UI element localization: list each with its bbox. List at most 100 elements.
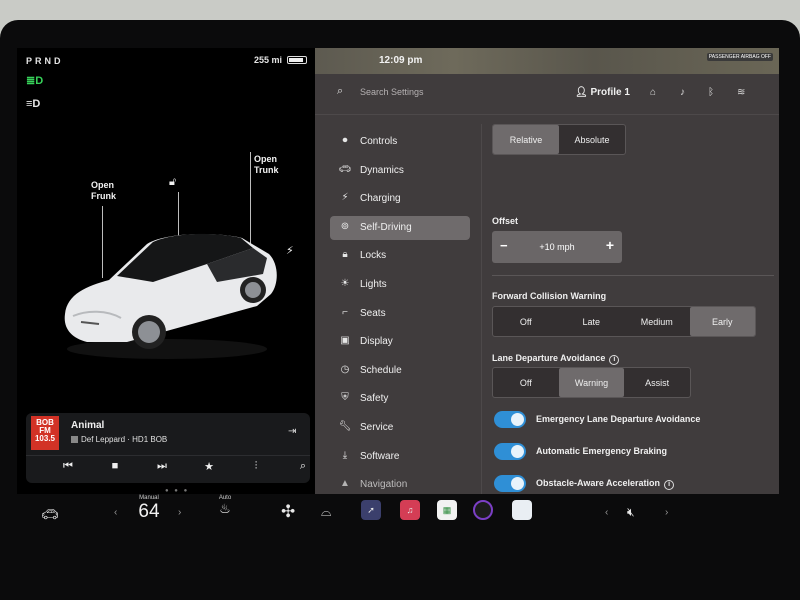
nav-item-navigation[interactable]: ▲ Navigation xyxy=(330,473,470,494)
display-icon: ▣ xyxy=(340,335,350,347)
app-grid-icon[interactable]: ▦ xyxy=(437,500,457,520)
wifi-icon[interactable]: ≋ xyxy=(737,87,745,98)
profile-button[interactable]: 👤︎ Profile 1 xyxy=(575,87,630,98)
bell-icon[interactable]: ♪ xyxy=(680,87,685,98)
nav-item-self-driving[interactable]: ⊚ Self-Driving xyxy=(330,215,470,240)
battery-icon xyxy=(287,56,307,64)
range-readout: 255 mi xyxy=(254,55,283,65)
touchscreen: PRND 255 mi ≣D ≡D Open Frunk 🔓︎ Open Tru… xyxy=(17,48,779,494)
stop-icon[interactable]: ■ xyxy=(105,460,125,472)
nav-item-label: Lights xyxy=(360,278,387,290)
open-trunk-button[interactable]: Open Trunk xyxy=(254,154,279,176)
app-launcher-icon[interactable]: ➚ xyxy=(361,500,381,520)
car-icon[interactable]: 🚗︎ xyxy=(41,506,59,523)
nav-item-label: Locks xyxy=(360,250,387,262)
lda-option-warning[interactable]: Warning xyxy=(558,368,625,397)
lda-option-assist[interactable]: Assist xyxy=(624,368,690,397)
offset-mode-selector: Relative Absolute xyxy=(492,124,626,155)
search-input[interactable]: Search Settings xyxy=(360,87,424,97)
previous-track-icon[interactable]: ⏮︎ xyxy=(58,460,78,473)
radio-source-icon xyxy=(71,436,78,443)
lda-label: Lane Departure Avoidance xyxy=(492,353,606,363)
nav-item-service[interactable]: 🔧︎ Service xyxy=(330,416,470,440)
search-icon[interactable]: ⌕ xyxy=(337,85,343,98)
bulb-icon: ☀︎ xyxy=(340,277,350,289)
fcw-option-early[interactable]: Early xyxy=(689,307,755,336)
nav-item-label: Software xyxy=(360,450,400,462)
map-strip[interactable]: 12:09 pm PASSENGER AIRBAG OFF xyxy=(315,48,779,74)
nav-item-display[interactable]: ▣ Display xyxy=(330,330,470,354)
camera-app-icon[interactable] xyxy=(473,500,493,520)
fcw-option-off[interactable]: Off xyxy=(493,307,559,336)
calendar-app-icon[interactable] xyxy=(512,500,532,520)
fan-icon[interactable]: ✣ xyxy=(281,502,295,522)
nav-item-charging[interactable]: ⚡︎ Charging xyxy=(330,187,470,211)
volume-up-chevron-icon[interactable]: › xyxy=(665,507,668,518)
toggle-switch[interactable] xyxy=(494,411,526,428)
info-icon[interactable]: i xyxy=(664,480,675,490)
nav-item-dynamics[interactable]: 🚗︎ Dynamics xyxy=(330,159,470,183)
artist-info: Def Leppard · HD1 BOB xyxy=(71,435,167,444)
info-icon[interactable]: i xyxy=(609,355,620,365)
next-track-icon[interactable]: ⏭︎ xyxy=(152,460,172,473)
open-frunk-button[interactable]: Open Frunk xyxy=(91,180,116,202)
increase-offset-button[interactable]: + xyxy=(606,237,614,253)
nav-item-lights[interactable]: ☀︎ Lights xyxy=(330,273,470,297)
nav-item-label: Safety xyxy=(360,393,389,405)
volume-down-chevron-icon[interactable]: ‹ xyxy=(605,507,608,518)
offset-option-absolute[interactable]: Absolute xyxy=(559,125,625,154)
media-search-icon[interactable]: ⌕ xyxy=(293,460,313,473)
steering-wheel-icon: ⊚ xyxy=(340,220,350,232)
fcw-option-late[interactable]: Late xyxy=(559,307,625,336)
nav-item-seats[interactable]: ⌐ Seats xyxy=(330,302,470,326)
toggle-label-text: Automatic Emergency Braking xyxy=(536,446,668,456)
lda-option-off[interactable]: Off xyxy=(493,368,559,397)
person-icon: 👤︎ xyxy=(575,87,591,98)
audio-source-icon[interactable]: ⇥ xyxy=(288,426,296,437)
section-divider xyxy=(492,275,774,276)
header-divider xyxy=(315,114,779,115)
toggle-switch[interactable] xyxy=(494,475,526,492)
equalizer-icon[interactable]: ⫶ xyxy=(246,460,266,473)
temp-down-chevron-icon[interactable]: ‹ xyxy=(114,507,117,518)
mute-icon[interactable]: 🔇︎ xyxy=(627,505,635,520)
song-title: Animal xyxy=(71,420,105,431)
nav-item-schedule[interactable]: ◷ Schedule xyxy=(330,359,470,383)
toggle-label: Automatic Emergency Braking xyxy=(536,446,667,456)
defrost-icon[interactable]: ⌓ xyxy=(321,504,331,520)
temperature-value: 64 xyxy=(138,501,160,522)
bluetooth-icon[interactable]: ᛒ xyxy=(708,87,714,98)
profile-label: Profile 1 xyxy=(590,87,630,98)
temperature-control[interactable]: Manual 64 xyxy=(133,495,165,523)
charge-port-icon[interactable]: ⚡︎ xyxy=(286,244,294,257)
toggle-label-text: Obstacle-Aware Acceleration xyxy=(536,478,661,488)
nav-item-software[interactable]: ⤓ Software xyxy=(330,445,470,469)
download-icon: ⤓ xyxy=(342,449,348,461)
toggle-row: Emergency Lane Departure Avoidance xyxy=(492,410,774,430)
bolt-icon: ⚡︎ xyxy=(341,192,349,204)
lda-selector: Off Warning Assist xyxy=(492,367,691,398)
toggle-switch[interactable] xyxy=(494,443,526,460)
nav-item-label: Schedule xyxy=(360,364,402,376)
seat-icon: ⌐ xyxy=(342,306,348,318)
unlock-icon[interactable]: 🔓︎ xyxy=(169,176,176,189)
temp-up-chevron-icon[interactable]: › xyxy=(178,507,181,518)
toggle-label: Emergency Lane Departure Avoidance xyxy=(536,414,700,424)
offset-label: Offset xyxy=(492,216,519,226)
toggle-icon: ⏺ xyxy=(342,135,348,146)
offset-stepper: − +10 mph + xyxy=(492,231,622,263)
nav-item-label: Seats xyxy=(360,307,386,319)
home-icon[interactable]: ⌂ xyxy=(650,87,656,98)
car-icon: 🚗︎ xyxy=(338,163,352,175)
nav-item-label: Display xyxy=(360,336,393,348)
nav-item-controls[interactable]: ⏺ Controls xyxy=(330,130,470,154)
fcw-option-medium[interactable]: Medium xyxy=(624,307,690,336)
offset-option-relative[interactable]: Relative xyxy=(493,125,559,154)
nav-item-safety[interactable]: ⛨ Safety xyxy=(330,387,470,411)
seat-heater-control[interactable]: Auto ♨ xyxy=(213,495,237,517)
music-app-icon[interactable]: ♫ xyxy=(400,500,420,520)
gear-indicator: PRND xyxy=(26,56,64,66)
favorite-star-icon[interactable]: ★ xyxy=(199,460,219,473)
nav-item-locks[interactable]: 🔒︎ Locks xyxy=(330,244,470,268)
toggle-label: Obstacle-Aware Acceleration i xyxy=(536,478,675,490)
